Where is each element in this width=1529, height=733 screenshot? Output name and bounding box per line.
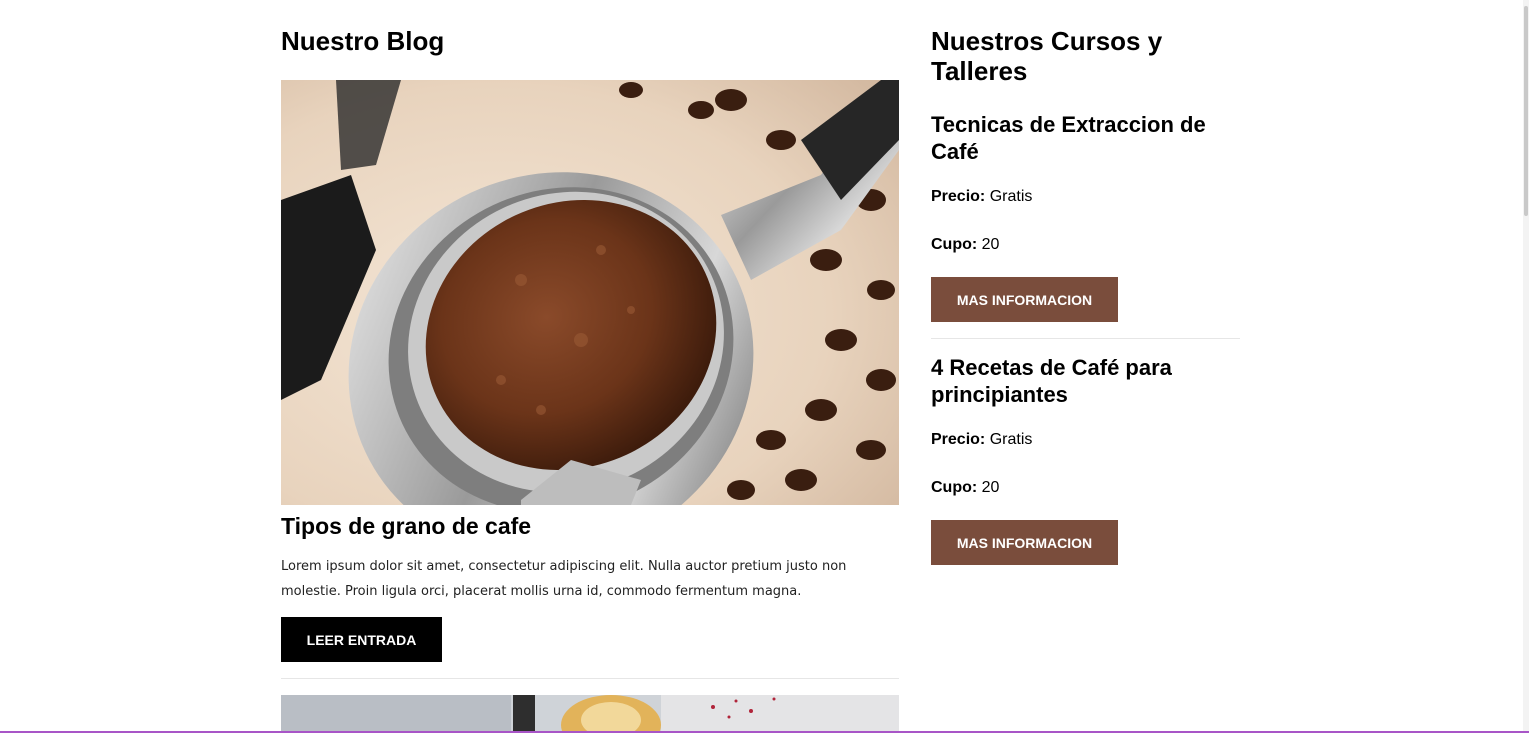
page-scrollbar[interactable] — [1523, 0, 1529, 733]
page-content: Nuestro Blog Tipos de grano de cafe Lore… — [281, 0, 1241, 733]
scrollbar-thumb[interactable] — [1524, 6, 1528, 216]
course-price: Precio: Gratis — [931, 431, 1032, 449]
capacity-value: 20 — [981, 236, 1000, 253]
courses-heading: Nuestros Cursos y Talleres — [931, 26, 1163, 86]
blog-heading: Nuestro Blog — [281, 26, 445, 56]
post-image[interactable] — [281, 80, 899, 505]
capacity-label: Cupo: — [931, 236, 978, 253]
course-title[interactable]: 4 Recetas de Café para principiantes — [931, 354, 1231, 408]
more-info-button[interactable]: MAS INFORMACION — [931, 277, 1118, 322]
next-post-image[interactable] — [281, 695, 899, 733]
post-divider — [281, 678, 899, 679]
capacity-label: Cupo: — [931, 479, 978, 496]
price-label: Precio: — [931, 188, 986, 205]
price-label: Precio: — [931, 431, 986, 448]
read-post-button[interactable]: LEER ENTRADA — [281, 617, 442, 662]
capacity-value: 20 — [981, 479, 1000, 496]
course-title[interactable]: Tecnicas de Extraccion de Café — [931, 111, 1231, 165]
post-title[interactable]: Tipos de grano de cafe — [281, 513, 531, 540]
price-value: Gratis — [989, 188, 1033, 205]
course-capacity: Cupo: 20 — [931, 479, 999, 497]
course-divider — [931, 338, 1240, 339]
course-capacity: Cupo: 20 — [931, 236, 999, 254]
more-info-button[interactable]: MAS INFORMACION — [931, 520, 1118, 565]
price-value: Gratis — [989, 431, 1033, 448]
post-excerpt: Lorem ipsum dolor sit amet, consectetur … — [281, 559, 847, 599]
course-price: Precio: Gratis — [931, 188, 1032, 206]
